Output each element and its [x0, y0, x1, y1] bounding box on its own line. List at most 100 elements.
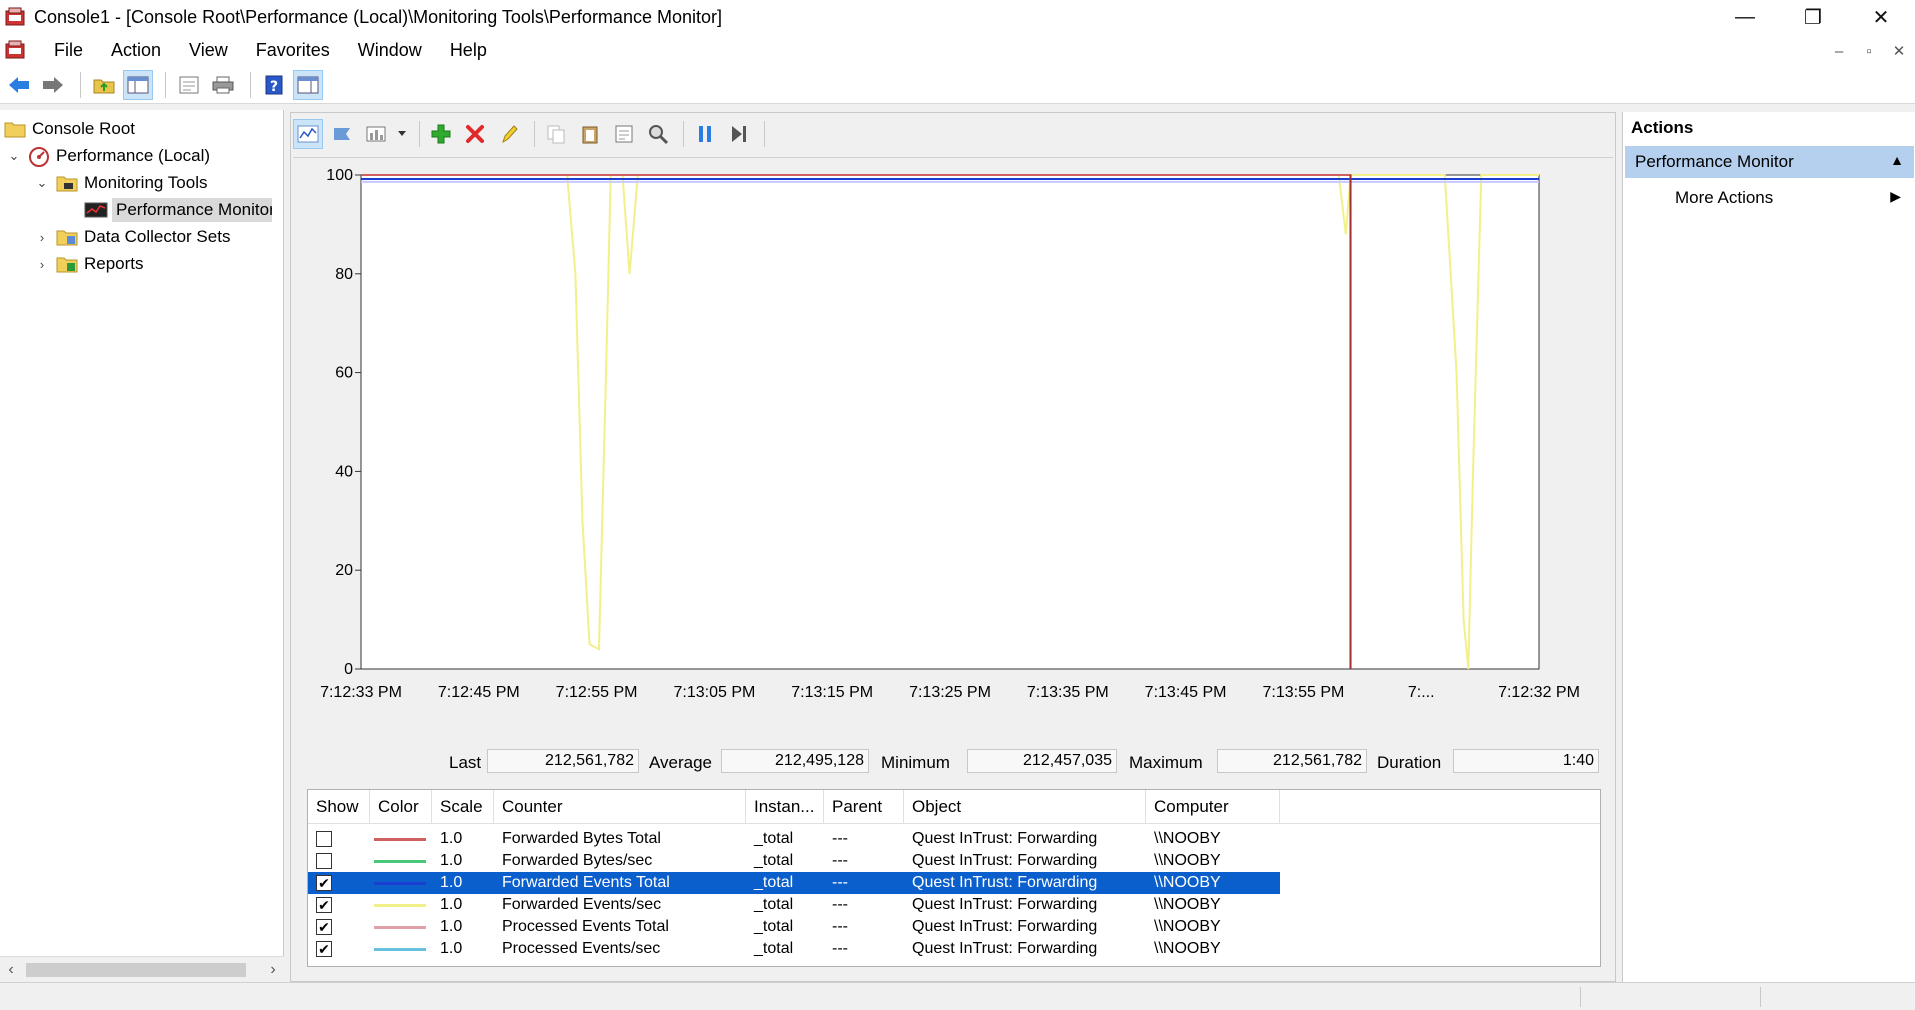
show-hide-tree-icon[interactable]: [123, 69, 153, 100]
tree-item-data-collector-sets[interactable]: › Data Collector Sets: [34, 224, 231, 250]
show-checkbox[interactable]: [316, 853, 332, 869]
chevron-right-icon[interactable]: ›: [34, 229, 50, 245]
add-counter-icon[interactable]: [426, 119, 456, 149]
console-tree: Console Root ⌄ Performance (Local) ⌄ Mon…: [0, 110, 284, 982]
legend-row[interactable]: 1.0 Forwarded Bytes Total _total --- Quest I…: [308, 828, 1280, 850]
main-toolbar: ?: [0, 66, 1915, 104]
properties-icon[interactable]: [609, 119, 639, 149]
object-cell: Quest InTrust: Forwarding: [912, 940, 1098, 957]
column-object[interactable]: Object: [904, 790, 1146, 824]
chevron-down-icon[interactable]: ⌄: [34, 175, 50, 191]
menu-file[interactable]: File: [40, 34, 97, 66]
mdi-restore-button[interactable]: ▫: [1857, 40, 1881, 62]
zoom-icon[interactable]: [643, 119, 673, 149]
column-show[interactable]: Show: [308, 790, 370, 824]
show-checkbox[interactable]: ✔: [316, 875, 332, 891]
more-actions-item[interactable]: More Actions: [1675, 188, 1773, 208]
up-folder-icon[interactable]: [89, 70, 119, 100]
legend-row[interactable]: ✔ 1.0 Forwarded Events/sec _total --- Quest I…: [308, 894, 1280, 916]
print-icon[interactable]: [208, 70, 238, 100]
delete-counter-icon[interactable]: [460, 119, 490, 149]
show-checkbox[interactable]: ✔: [316, 919, 332, 935]
scrollbar-thumb[interactable]: [26, 963, 246, 977]
forward-icon[interactable]: [38, 70, 68, 100]
y-tick-label: 20: [335, 562, 353, 579]
tree-item-performance-monitor[interactable]: Performance Monitor: [84, 197, 272, 223]
performance-chart: 0 20 40 60 80 100 7:12:33 PM 7:12:45 PM 7:12:55 …: [291, 163, 1617, 843]
close-button[interactable]: ✕: [1847, 0, 1915, 34]
mdi-minimize-button[interactable]: –: [1827, 40, 1851, 62]
properties-icon[interactable]: [174, 70, 204, 100]
tree-item-console-root[interactable]: Console Root: [4, 116, 135, 142]
change-graph-type-icon[interactable]: [361, 119, 391, 149]
show-checkbox[interactable]: ✔: [316, 897, 332, 913]
restore-button[interactable]: ❐: [1779, 0, 1847, 34]
parent-cell: ---: [832, 874, 848, 891]
tree-horizontal-scrollbar[interactable]: ‹ ›: [0, 956, 284, 982]
x-tick-label: 7:12:33 PM: [320, 684, 402, 701]
column-instance[interactable]: Instan...: [746, 790, 824, 824]
menu-action[interactable]: Action: [97, 34, 175, 66]
legend-row[interactable]: ✔ 1.0 Forwarded Events Total _total --- Quest…: [308, 872, 1280, 894]
collapse-up-icon[interactable]: ▲: [1890, 152, 1904, 168]
copy-properties-icon[interactable]: [541, 119, 571, 149]
minimize-button[interactable]: —: [1711, 0, 1779, 34]
color-swatch: [374, 838, 426, 841]
computer-cell: \\NOOBY: [1154, 830, 1221, 847]
instance-cell: _total: [754, 940, 794, 957]
menu-view[interactable]: View: [175, 34, 242, 66]
tree-item-reports[interactable]: › Reports: [34, 251, 144, 277]
graph-type-dropdown-icon[interactable]: [395, 119, 409, 149]
column-scale[interactable]: Scale: [432, 790, 494, 824]
menu-favorites[interactable]: Favorites: [242, 34, 344, 66]
show-checkbox[interactable]: [316, 831, 332, 847]
reports-icon: [56, 254, 78, 274]
menu-help[interactable]: Help: [436, 34, 501, 66]
mdi-close-button[interactable]: ✕: [1887, 40, 1911, 62]
last-value: 212,561,782: [487, 749, 639, 773]
instance-cell: _total: [754, 874, 794, 891]
color-swatch: [374, 904, 426, 907]
scroll-left-icon[interactable]: ‹: [0, 961, 22, 979]
maximum-value: 212,561,782: [1217, 749, 1367, 773]
update-data-icon[interactable]: [724, 119, 754, 149]
highlight-icon[interactable]: [494, 119, 524, 149]
column-color[interactable]: Color: [370, 790, 432, 824]
scroll-right-icon[interactable]: ›: [262, 961, 284, 979]
parent-cell: ---: [832, 852, 848, 869]
parent-cell: ---: [832, 918, 848, 935]
scale-cell: 1.0: [440, 940, 463, 957]
view-log-data-icon[interactable]: [327, 119, 357, 149]
chevron-right-icon[interactable]: ›: [34, 256, 50, 272]
tree-item-performance-local[interactable]: ⌄ Performance (Local): [6, 143, 210, 169]
legend-row[interactable]: ✔ 1.0 Processed Events Total _total --- Quest…: [308, 916, 1280, 938]
x-tick-label: 7:13:15 PM: [791, 684, 873, 701]
computer-cell: \\NOOBY: [1154, 874, 1221, 891]
toolbar-separator: [534, 121, 535, 147]
computer-cell: \\NOOBY: [1154, 896, 1221, 913]
back-icon[interactable]: [4, 70, 34, 100]
color-swatch: [374, 860, 426, 863]
column-parent[interactable]: Parent: [824, 790, 904, 824]
counter-cell: Forwarded Bytes/sec: [502, 852, 653, 869]
actions-title: Actions: [1631, 118, 1694, 137]
column-counter[interactable]: Counter: [494, 790, 746, 824]
x-tick-label: 7:13:25 PM: [909, 684, 991, 701]
chevron-down-icon[interactable]: ⌄: [6, 148, 22, 164]
paste-counter-list-icon[interactable]: [575, 119, 605, 149]
status-divider: [1580, 987, 1581, 1007]
help-icon[interactable]: ?: [259, 70, 289, 100]
toolbar-separator: [419, 121, 420, 147]
actions-section-performance-monitor[interactable]: Performance Monitor ▲: [1625, 146, 1914, 178]
show-checkbox[interactable]: ✔: [316, 941, 332, 957]
color-swatch: [374, 882, 426, 885]
legend-row[interactable]: ✔ 1.0 Processed Events/sec _total --- Quest I…: [308, 938, 1280, 960]
tree-item-monitoring-tools[interactable]: ⌄ Monitoring Tools: [34, 170, 208, 196]
legend-row[interactable]: 1.0 Forwarded Bytes/sec _total --- Quest InT…: [308, 850, 1280, 872]
freeze-display-icon[interactable]: [690, 119, 720, 149]
console-menu-icon[interactable]: [4, 39, 26, 61]
show-hide-action-pane-icon[interactable]: [293, 69, 323, 100]
column-computer[interactable]: Computer: [1146, 790, 1280, 824]
view-current-activity-icon[interactable]: [293, 119, 323, 149]
menu-window[interactable]: Window: [344, 34, 436, 66]
